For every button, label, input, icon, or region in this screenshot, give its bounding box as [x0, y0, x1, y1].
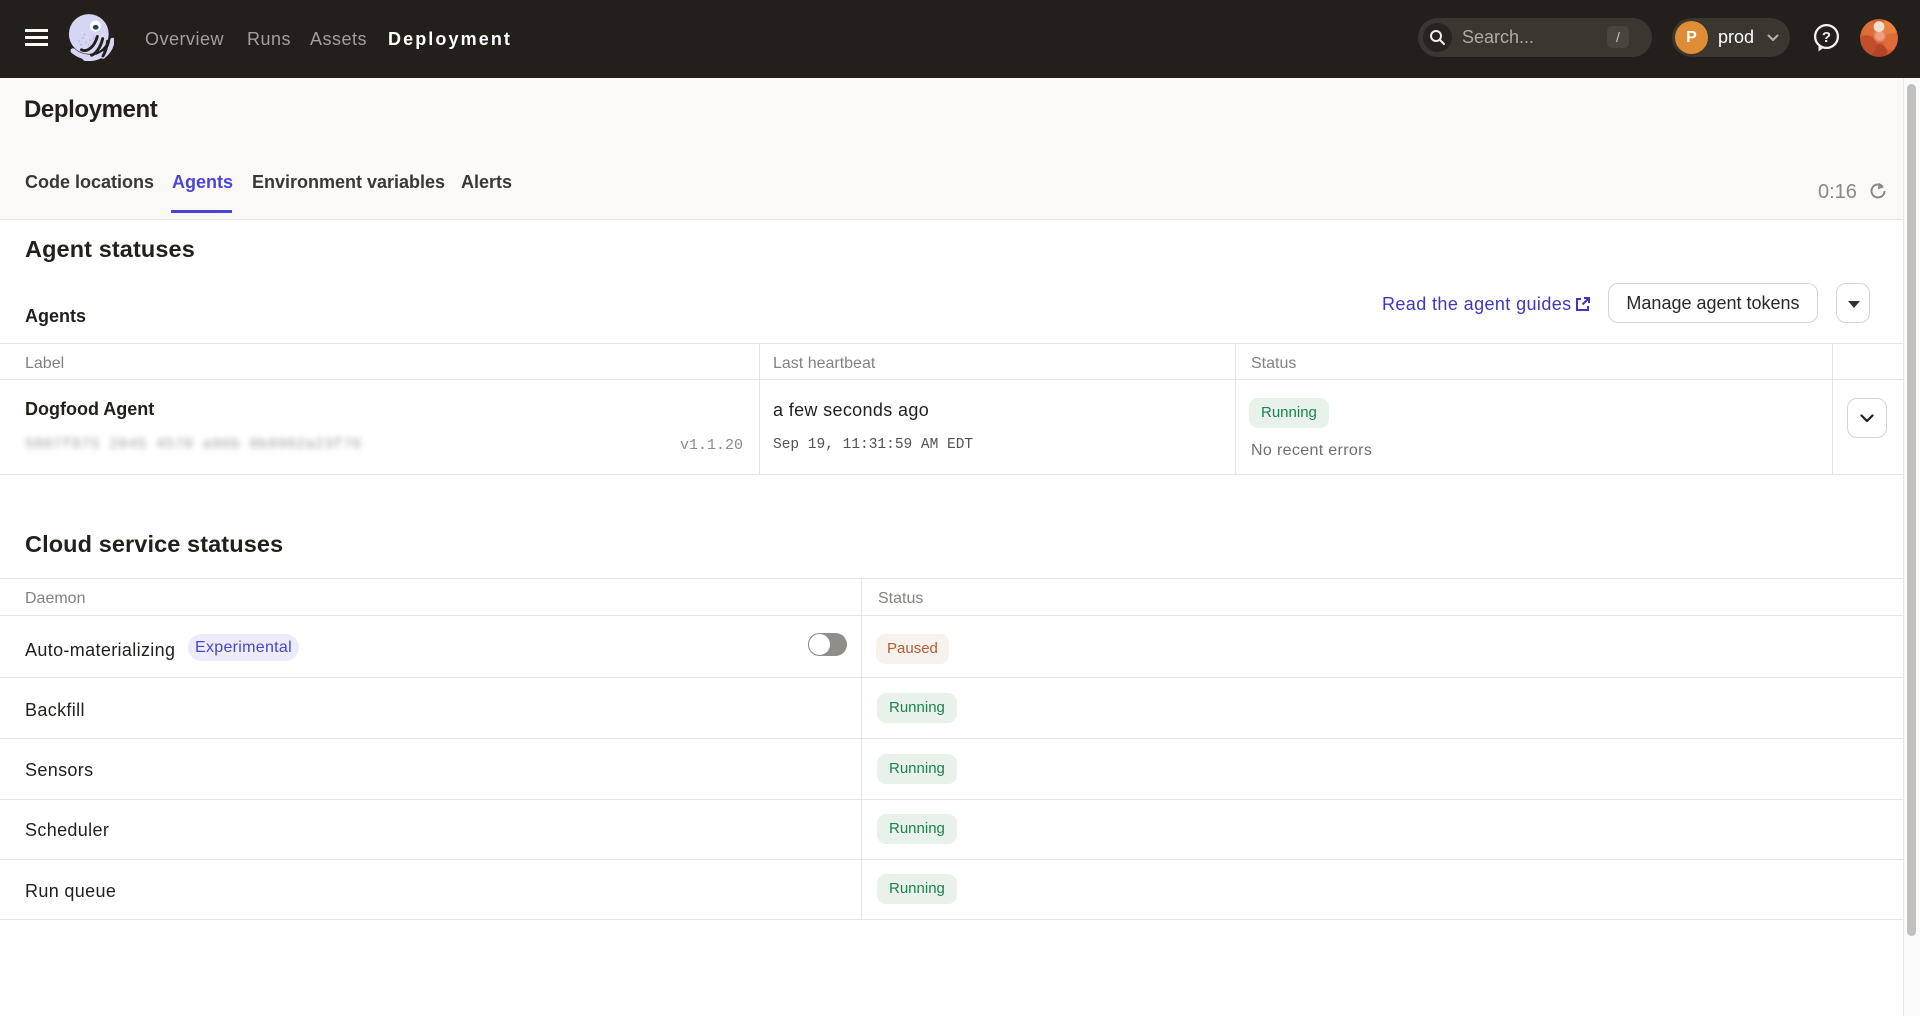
svg-text:?: ? — [1822, 29, 1831, 46]
